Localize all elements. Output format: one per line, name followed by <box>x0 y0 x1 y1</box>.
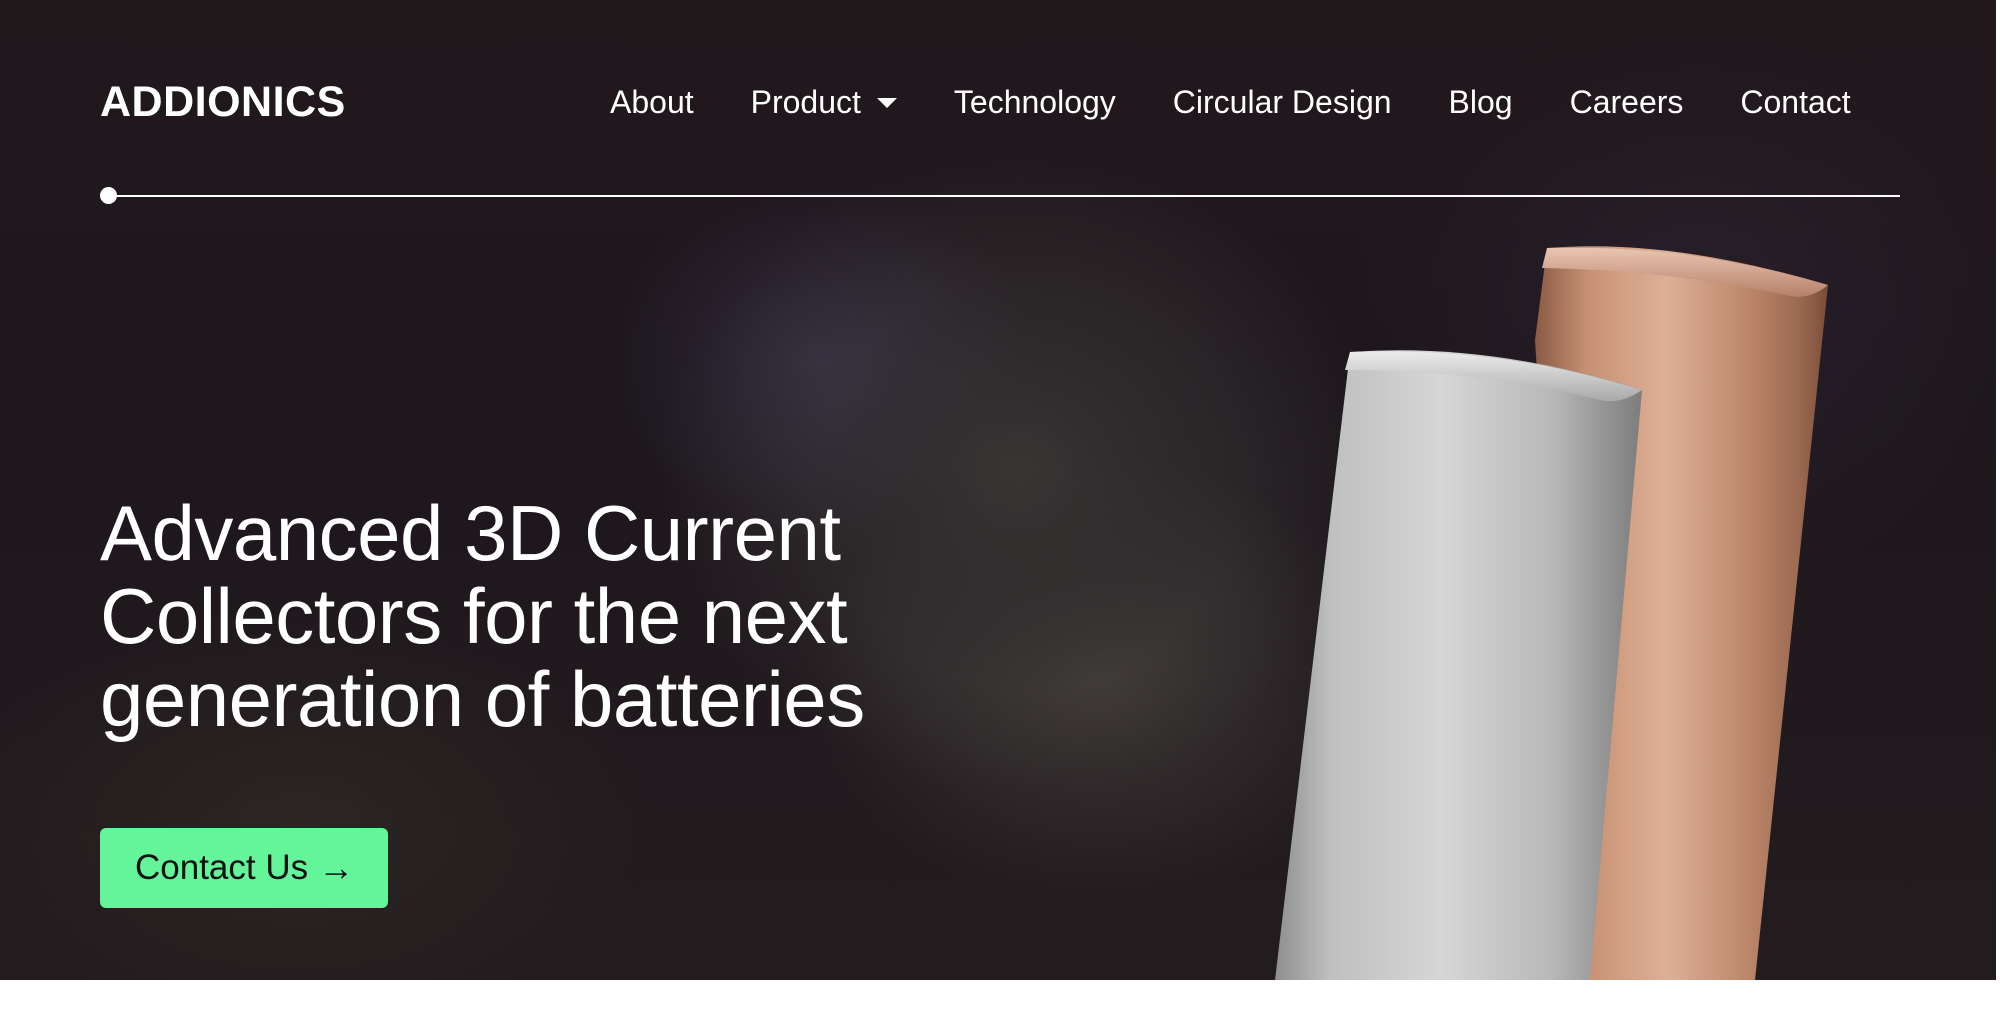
main-nav: About Product Technology Circular Design… <box>610 80 1851 124</box>
contact-us-label: Contact Us <box>135 848 309 887</box>
foil-rolls-image <box>1275 246 1828 980</box>
nav-label-technology: Technology <box>953 83 1116 120</box>
hero-headline: Advanced 3D Current Collectors for the n… <box>100 492 1000 741</box>
nav-item-blog[interactable]: Blog <box>1449 80 1513 124</box>
arrow-right-icon: → <box>318 847 355 888</box>
contact-us-button[interactable]: Contact Us → <box>100 828 388 908</box>
nav-item-about[interactable]: About <box>610 80 694 124</box>
nav-item-product[interactable]: Product <box>751 80 897 124</box>
nav-item-careers[interactable]: Careers <box>1570 80 1684 124</box>
nav-label-contact: Contact <box>1740 83 1851 120</box>
nav-label-about: About <box>610 83 694 120</box>
nav-item-circular-design[interactable]: Circular Design <box>1173 80 1392 124</box>
nav-item-technology[interactable]: Technology <box>954 80 1116 124</box>
aluminum-roll <box>1275 350 1642 980</box>
nav-label-careers: Careers <box>1569 83 1684 120</box>
header-divider <box>108 195 1900 197</box>
nav-label-product: Product <box>750 83 861 120</box>
addionics-logo[interactable]: ADDIONICS <box>100 78 346 126</box>
headline-line-1: Advanced 3D Current <box>100 489 841 577</box>
page-edge <box>1996 0 2000 980</box>
caret-down-icon <box>876 98 897 108</box>
hero-section: ADDIONICS About Product Technology Circu… <box>0 0 2000 980</box>
headline-line-3: generation of batteries <box>100 655 865 743</box>
nav-item-contact[interactable]: Contact <box>1740 80 1850 124</box>
nav-label-blog: Blog <box>1448 83 1513 120</box>
nav-label-circular-design: Circular Design <box>1172 83 1392 120</box>
headline-line-2: Collectors for the next <box>100 572 848 660</box>
